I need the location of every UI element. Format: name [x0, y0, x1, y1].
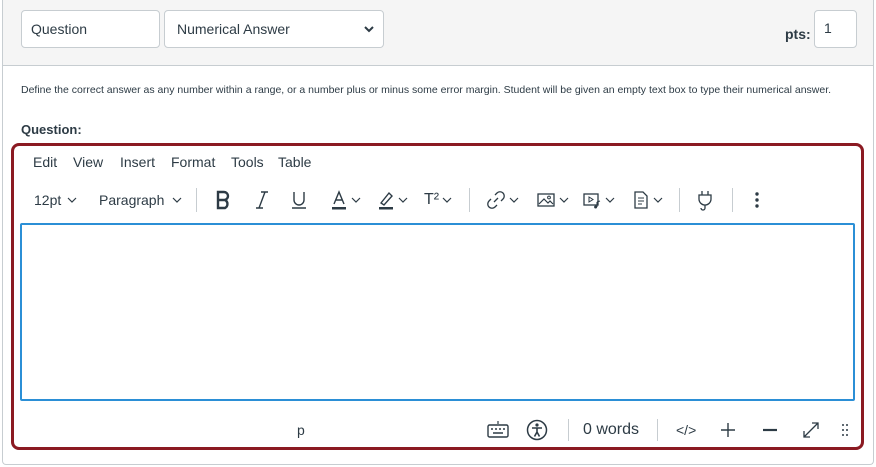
chevron-down-icon [559, 197, 569, 203]
question-type-description: Define the correct answer as any number … [21, 84, 832, 96]
block-format-value: Paragraph [99, 192, 165, 208]
drag-handle-icon [842, 424, 848, 436]
decrease-height-button[interactable] [761, 414, 779, 446]
font-size-dropdown[interactable]: 12pt [34, 184, 77, 216]
editor-content-area[interactable] [20, 223, 855, 401]
media-button[interactable] [582, 184, 615, 216]
italic-button[interactable] [254, 184, 270, 216]
rich-content-editor: Edit View Insert Format Tools Table 12pt… [11, 143, 864, 450]
link-button[interactable] [486, 184, 519, 216]
keyboard-icon [487, 421, 509, 438]
accessibility-checker-button[interactable] [526, 414, 548, 446]
question-name-input[interactable]: Question [21, 10, 160, 48]
accessibility-icon [526, 419, 548, 441]
question-type-value: Numerical Answer [177, 21, 290, 37]
question-header: Question Numerical Answer pts: 1 [3, 0, 873, 66]
underline-button[interactable] [290, 184, 308, 216]
points-label: pts: [785, 26, 811, 42]
statusbar-divider [568, 419, 569, 441]
toolbar-divider [469, 188, 470, 212]
html-editor-toggle[interactable]: </> [676, 414, 696, 446]
document-button[interactable] [632, 184, 663, 216]
highlight-icon [379, 191, 393, 210]
text-color-button[interactable] [330, 184, 361, 216]
highlight-color-button[interactable] [377, 184, 408, 216]
chevron-down-icon [364, 26, 374, 33]
chevron-down-icon [67, 197, 77, 203]
superscript-icon: T² [424, 191, 440, 208]
question-type-select[interactable]: Numerical Answer [164, 10, 384, 48]
chevron-down-icon [653, 197, 663, 203]
italic-icon [256, 191, 268, 209]
word-count[interactable]: 0 words [583, 414, 639, 446]
image-icon [537, 193, 555, 207]
apps-button[interactable] [696, 184, 714, 216]
document-icon [634, 191, 648, 209]
toolbar-divider [732, 188, 733, 212]
minus-icon [763, 428, 777, 432]
points-input[interactable]: 1 [814, 10, 857, 48]
text-color-icon [332, 190, 346, 210]
menu-table[interactable]: Table [278, 154, 311, 170]
plug-icon [698, 191, 712, 211]
chevron-down-icon [351, 197, 361, 203]
chevron-down-icon [442, 197, 452, 203]
editor-menubar: Edit View Insert Format Tools Table [14, 151, 861, 175]
superscript-button[interactable]: T² [424, 184, 452, 216]
element-path[interactable]: p [297, 414, 305, 446]
bold-icon [216, 190, 230, 210]
question-label: Question: [21, 122, 82, 137]
link-icon [487, 191, 505, 209]
image-button[interactable] [536, 184, 569, 216]
chevron-down-icon [605, 197, 615, 203]
editor-statusbar: p 0 words </> [14, 414, 861, 450]
chevron-down-icon [509, 197, 519, 203]
underline-icon [292, 192, 306, 209]
chevron-down-icon [172, 197, 182, 203]
font-size-value: 12pt [34, 192, 62, 208]
toolbar-divider [196, 188, 197, 212]
menu-insert[interactable]: Insert [120, 154, 155, 170]
menu-view[interactable]: View [73, 154, 103, 170]
more-options-button[interactable] [754, 184, 760, 216]
editor-toolbar: 12pt Paragraph T² [14, 184, 861, 216]
keyboard-shortcuts-button[interactable] [486, 414, 510, 446]
menu-edit[interactable]: Edit [33, 154, 57, 170]
statusbar-divider [657, 419, 658, 441]
expand-icon [803, 422, 819, 438]
media-icon [583, 193, 601, 209]
menu-tools[interactable]: Tools [231, 154, 264, 170]
chevron-down-icon [398, 197, 408, 203]
resize-handle[interactable] [841, 414, 849, 446]
bold-button[interactable] [214, 184, 232, 216]
menu-format[interactable]: Format [171, 154, 215, 170]
fullscreen-button[interactable] [801, 414, 821, 446]
plus-icon [721, 423, 735, 437]
block-format-dropdown[interactable]: Paragraph [99, 184, 182, 216]
increase-height-button[interactable] [719, 414, 737, 446]
toolbar-divider [679, 188, 680, 212]
more-vertical-icon [755, 192, 759, 208]
